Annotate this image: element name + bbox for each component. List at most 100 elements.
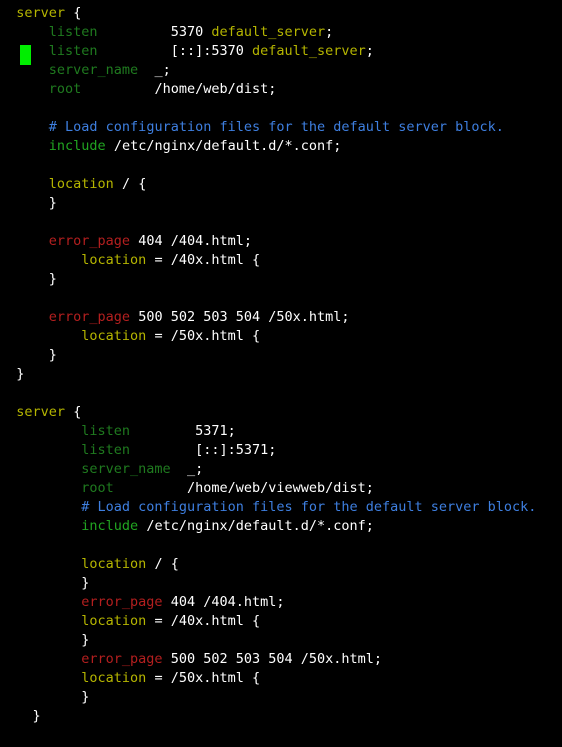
- code-token-keyword: location: [81, 670, 147, 686]
- code-line[interactable]: listen [::]:5370 default_server;: [0, 42, 562, 61]
- code-token-plain: _;: [170, 461, 204, 477]
- code-token-plain: 404 /404.html;: [130, 233, 252, 249]
- code-line[interactable]: location / {: [0, 175, 562, 194]
- code-line[interactable]: error_page 404 /404.html;: [0, 232, 562, 251]
- code-line[interactable]: server {: [0, 4, 562, 23]
- code-token-brace: {: [251, 252, 261, 268]
- code-line[interactable]: location = /50x.html {: [0, 327, 562, 346]
- code-line[interactable]: [0, 156, 562, 175]
- code-line[interactable]: error_page 404 /404.html;: [0, 593, 562, 612]
- code-token-keyword: server: [16, 404, 66, 420]
- code-line[interactable]: [0, 536, 562, 555]
- code-token-brace: {: [138, 176, 147, 192]
- code-line[interactable]: [0, 213, 562, 232]
- code-token-plain: 5371;: [130, 423, 236, 439]
- code-token-keyword: default_server: [252, 43, 366, 59]
- code-token-brace: {: [73, 404, 82, 420]
- code-line[interactable]: [0, 384, 562, 403]
- code-token-brace: {: [170, 556, 179, 572]
- code-line[interactable]: location = /50x.html {: [0, 669, 562, 688]
- code-line[interactable]: include /etc/nginx/default.d/*.conf;: [0, 517, 562, 536]
- code-token-directive: listen: [81, 442, 131, 458]
- code-token-brace: {: [73, 5, 82, 21]
- code-line[interactable]: include /etc/nginx/default.d/*.conf;: [0, 137, 562, 156]
- code-token-directive: listen: [48, 43, 98, 59]
- code-token-plain: 500 502 503 504 /50x.html;: [130, 309, 350, 325]
- code-line[interactable]: }: [0, 707, 562, 726]
- code-line[interactable]: listen 5371;: [0, 422, 562, 441]
- code-token-plain: ;: [365, 43, 374, 59]
- code-line[interactable]: server_name _;: [0, 460, 562, 479]
- code-line[interactable]: }: [0, 194, 562, 213]
- code-token-directive: root: [48, 81, 82, 97]
- code-line[interactable]: error_page 500 502 503 504 /50x.html;: [0, 308, 562, 327]
- code-line[interactable]: root /home/web/viewweb/dist;: [0, 479, 562, 498]
- code-line[interactable]: }: [0, 346, 562, 365]
- code-line[interactable]: # Load configuration files for the defau…: [0, 498, 562, 517]
- code-line[interactable]: }: [0, 688, 562, 707]
- code-line[interactable]: error_page 500 502 503 504 /50x.html;: [0, 650, 562, 669]
- code-token-keyword: location: [81, 613, 147, 629]
- code-token-brace: {: [251, 613, 261, 629]
- code-line[interactable]: listen [::]:5371;: [0, 441, 562, 460]
- code-line[interactable]: # Load configuration files for the defau…: [0, 118, 562, 137]
- code-token-plain: /: [146, 556, 171, 572]
- code-line[interactable]: server {: [0, 403, 562, 422]
- code-token-directive: root: [81, 480, 114, 496]
- code-token-plain: /: [113, 176, 139, 192]
- code-token-directive: server_name: [48, 62, 139, 78]
- code-token-error: error_page: [48, 309, 131, 325]
- code-line[interactable]: server_name _;: [0, 61, 562, 80]
- code-line[interactable]: listen 5370 default_server;: [0, 23, 562, 42]
- code-token-brace: }: [81, 632, 90, 648]
- terminal-window[interactable]: server { listen 5370 default_server; lis…: [0, 0, 562, 747]
- code-token-plain: 5370: [97, 24, 212, 40]
- code-token-comment: # Load configuration files for the defau…: [48, 119, 504, 135]
- code-editor-viewport[interactable]: server { listen 5370 default_server; lis…: [0, 0, 562, 726]
- code-token-plain: = /40x.html: [146, 613, 252, 629]
- code-line[interactable]: location = /40x.html {: [0, 612, 562, 631]
- code-line[interactable]: root /home/web/dist;: [0, 80, 562, 99]
- code-token-plain: = /40x.html: [146, 252, 252, 268]
- code-line[interactable]: }: [0, 574, 562, 593]
- code-token-plain: /home/web/dist;: [81, 81, 277, 97]
- code-token-brace: {: [251, 670, 261, 686]
- code-line[interactable]: }: [0, 631, 562, 650]
- code-token-directive: server_name: [81, 461, 171, 477]
- code-token-brace: }: [81, 689, 90, 705]
- code-line[interactable]: }: [0, 270, 562, 289]
- code-line[interactable]: location / {: [0, 555, 562, 574]
- code-token-keyword: location: [48, 176, 114, 192]
- code-token-keyword: location: [81, 556, 147, 572]
- code-line[interactable]: [0, 99, 562, 118]
- code-line[interactable]: location = /40x.html {: [0, 251, 562, 270]
- code-line[interactable]: [0, 289, 562, 308]
- code-token-plain: [::]:5371;: [130, 442, 277, 458]
- code-token-plain: 404 /404.html;: [162, 594, 285, 610]
- code-line[interactable]: }: [0, 365, 562, 384]
- code-token-brace: }: [81, 575, 90, 591]
- code-token-brace: }: [48, 347, 57, 363]
- code-token-directive: listen: [48, 24, 98, 40]
- code-token-plain: 500 502 503 504 /50x.html;: [162, 651, 383, 667]
- code-token-brace: {: [251, 328, 261, 344]
- code-token-plain: ;: [325, 24, 334, 40]
- code-token-plain: = /50x.html: [146, 328, 252, 344]
